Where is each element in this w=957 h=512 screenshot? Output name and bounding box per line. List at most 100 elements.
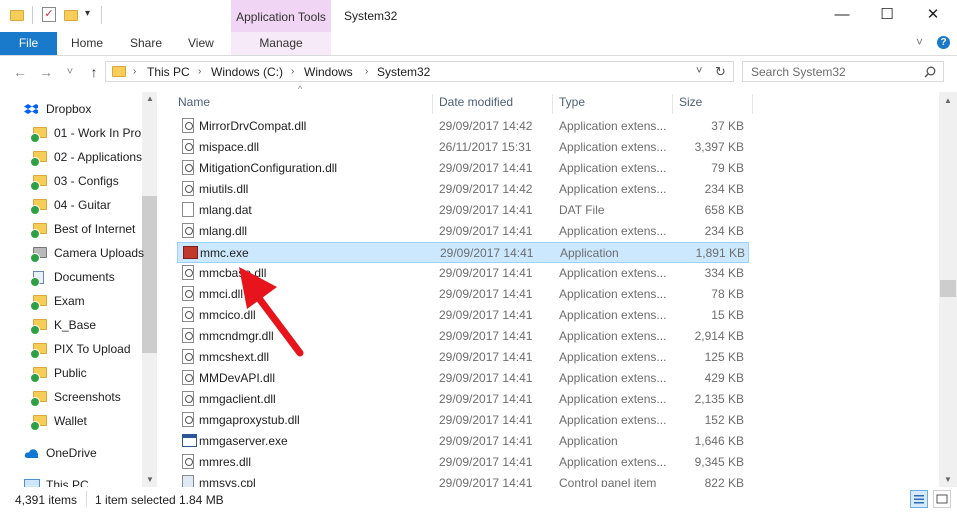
up-button[interactable]: ↑ <box>84 62 104 82</box>
nav-scrollbar-thumb[interactable] <box>142 196 157 353</box>
table-row[interactable]: MitigationConfiguration.dll 29/09/2017 14… <box>177 158 749 179</box>
properties-icon[interactable]: ✓ <box>42 7 56 22</box>
column-header-date[interactable]: Date modified <box>439 94 513 116</box>
ribbon-expand-icon[interactable]: ˅ <box>916 35 923 49</box>
breadcrumb-system32[interactable]: System32 <box>377 62 430 82</box>
search-box[interactable]: Search System32 <box>742 61 944 82</box>
column-divider[interactable] <box>672 94 673 114</box>
nav-item-k-base[interactable]: K_Base <box>0 314 142 338</box>
table-row[interactable]: MirrorDrvCompat.dll 29/09/2017 14:42 Appli… <box>177 116 749 137</box>
recent-locations-button[interactable]: ˅ <box>60 62 80 82</box>
folder-icon <box>30 151 47 167</box>
file-size: 78 KB <box>711 287 744 301</box>
back-button[interactable]: ← <box>10 62 30 82</box>
nav-item-camera-uploads[interactable]: Camera Uploads <box>0 242 144 266</box>
column-header-name[interactable]: Name <box>178 94 210 116</box>
nav-item-pix-to-upload[interactable]: PIX To Upload <box>0 338 142 362</box>
close-button[interactable]: ✕ <box>910 0 956 32</box>
scroll-up-icon[interactable]: ▲ <box>146 94 154 103</box>
details-view-button[interactable] <box>910 490 928 508</box>
column-header-type[interactable]: Type <box>559 94 585 116</box>
scroll-down-icon[interactable]: ▼ <box>944 475 952 484</box>
chevron-right-icon[interactable]: › <box>133 62 136 82</box>
nav-item-03[interactable]: 03 - Configs <box>0 170 142 194</box>
scroll-down-icon[interactable]: ▼ <box>146 475 154 484</box>
nav-item-screenshots[interactable]: Screenshots <box>0 386 142 410</box>
table-row[interactable]: mlang.dll 29/09/2017 14:41 Application ext… <box>177 221 749 242</box>
maximize-button[interactable]: ☐ <box>864 0 910 32</box>
tab-view[interactable]: View <box>188 32 214 55</box>
table-row[interactable]: mlang.dat 29/09/2017 14:41 DAT File 658 KB <box>177 200 749 221</box>
tab-manage[interactable]: Manage <box>231 32 331 55</box>
tab-share[interactable]: Share <box>130 32 162 55</box>
file-date: 29/09/2017 14:41 <box>439 287 533 301</box>
customize-qat-icon[interactable]: ▾ <box>85 8 90 19</box>
file-name: mlang.dll <box>199 224 248 238</box>
nav-item-best-of-internet[interactable]: Best of Internet <box>0 218 142 242</box>
file-size: 1,891 KB <box>695 246 745 260</box>
chevron-right-icon[interactable]: › <box>365 62 368 82</box>
nav-item-dropbox[interactable]: Dropbox <box>0 98 142 122</box>
forward-button[interactable]: → <box>36 62 56 82</box>
nav-item-label: 04 - Guitar <box>54 198 111 212</box>
new-folder-icon[interactable] <box>64 8 78 22</box>
file-name: mmgaproxystub.dll <box>199 413 300 427</box>
nav-item-label: Wallet <box>54 414 87 428</box>
table-row[interactable]: mmgaserver.exe 29/09/2017 14:41 Applicatio… <box>177 431 749 452</box>
pc-icon <box>24 479 40 487</box>
nav-item-01[interactable]: 01 - Work In Pro <box>0 122 142 146</box>
annotation-arrow-icon <box>239 267 304 357</box>
nav-item-label: Public <box>54 366 87 380</box>
dropbox-icon <box>24 104 38 114</box>
breadcrumb-windows[interactable]: Windows <box>304 62 353 82</box>
table-row[interactable]: mmgaclient.dll 29/09/2017 14:41 Applicatio… <box>177 389 749 410</box>
dll-file-icon <box>182 412 194 427</box>
dll-file-icon <box>182 160 194 175</box>
file-type: Application extens... <box>559 182 667 196</box>
address-bar[interactable]: › This PC › Windows (C:) › Windows › Sys… <box>105 61 734 82</box>
file-list-scrollbar-thumb[interactable] <box>940 280 956 297</box>
nav-item-public[interactable]: Public <box>0 362 142 386</box>
file-size: 234 KB <box>704 182 744 196</box>
address-dropdown-icon[interactable]: ˅ <box>696 65 702 77</box>
file-date: 29/09/2017 14:41 <box>439 308 533 322</box>
table-row[interactable]: mispace.dll 26/11/2017 15:31 Application e… <box>177 137 749 158</box>
table-row[interactable]: mmgaproxystub.dll 29/09/2017 14:41 Applica… <box>177 410 749 431</box>
table-row[interactable]: MMDevAPI.dll 29/09/2017 14:41 Application … <box>177 368 749 389</box>
search-input[interactable]: Search System32 <box>751 65 846 79</box>
file-size: 429 KB <box>704 371 744 385</box>
tab-file[interactable]: File <box>0 32 57 55</box>
nav-item-wallet[interactable]: Wallet <box>0 410 142 434</box>
help-icon[interactable]: ? <box>937 36 950 49</box>
file-type: Application <box>559 434 618 448</box>
dll-file-icon <box>182 391 194 406</box>
folder-icon <box>30 391 47 407</box>
nav-item-exam[interactable]: Exam <box>0 290 142 314</box>
table-row[interactable]: miutils.dll 29/09/2017 14:42 Application e… <box>177 179 749 200</box>
column-divider[interactable] <box>552 94 553 114</box>
column-divider[interactable] <box>752 94 753 114</box>
large-icons-view-button[interactable] <box>933 490 951 508</box>
search-icon[interactable] <box>924 66 936 78</box>
breadcrumb-this-pc[interactable]: This PC <box>147 62 190 82</box>
file-type: Application extens... <box>559 308 667 322</box>
table-row[interactable]: mmres.dll 29/09/2017 14:41 Application ext… <box>177 452 749 473</box>
nav-item-this-pc[interactable]: This PC <box>0 474 142 487</box>
nav-item-02[interactable]: 02 - Applications <box>0 146 142 170</box>
nav-item-04[interactable]: 04 - Guitar <box>0 194 142 218</box>
minimize-button[interactable]: — <box>819 0 865 32</box>
breadcrumb-windows-c[interactable]: Windows (C:) <box>211 62 283 82</box>
nav-item-label: Best of Internet <box>54 222 136 236</box>
nav-item-label: 02 - Applications <box>54 150 143 164</box>
nav-item-documents[interactable]: Documents <box>0 266 142 290</box>
scroll-up-icon[interactable]: ▲ <box>944 96 952 105</box>
chevron-right-icon[interactable]: › <box>291 62 294 82</box>
tab-home[interactable]: Home <box>71 32 103 55</box>
file-size: 234 KB <box>704 224 744 238</box>
dll-file-icon <box>182 454 194 469</box>
refresh-icon[interactable]: ↻ <box>715 64 726 80</box>
chevron-right-icon[interactable]: › <box>198 62 201 82</box>
column-header-size[interactable]: Size <box>679 94 702 116</box>
column-divider[interactable] <box>432 94 433 114</box>
nav-item-onedrive[interactable]: OneDrive <box>0 442 142 466</box>
